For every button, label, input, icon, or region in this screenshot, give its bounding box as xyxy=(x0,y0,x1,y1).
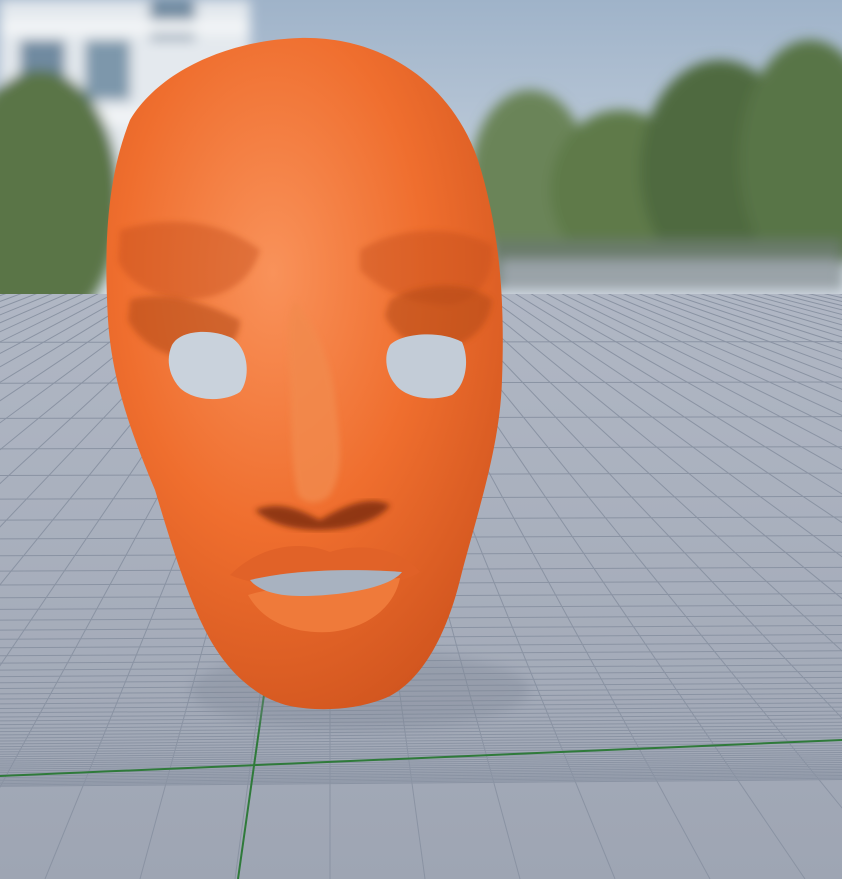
3d-viewport[interactable] xyxy=(0,0,842,879)
scene-svg xyxy=(0,0,842,879)
